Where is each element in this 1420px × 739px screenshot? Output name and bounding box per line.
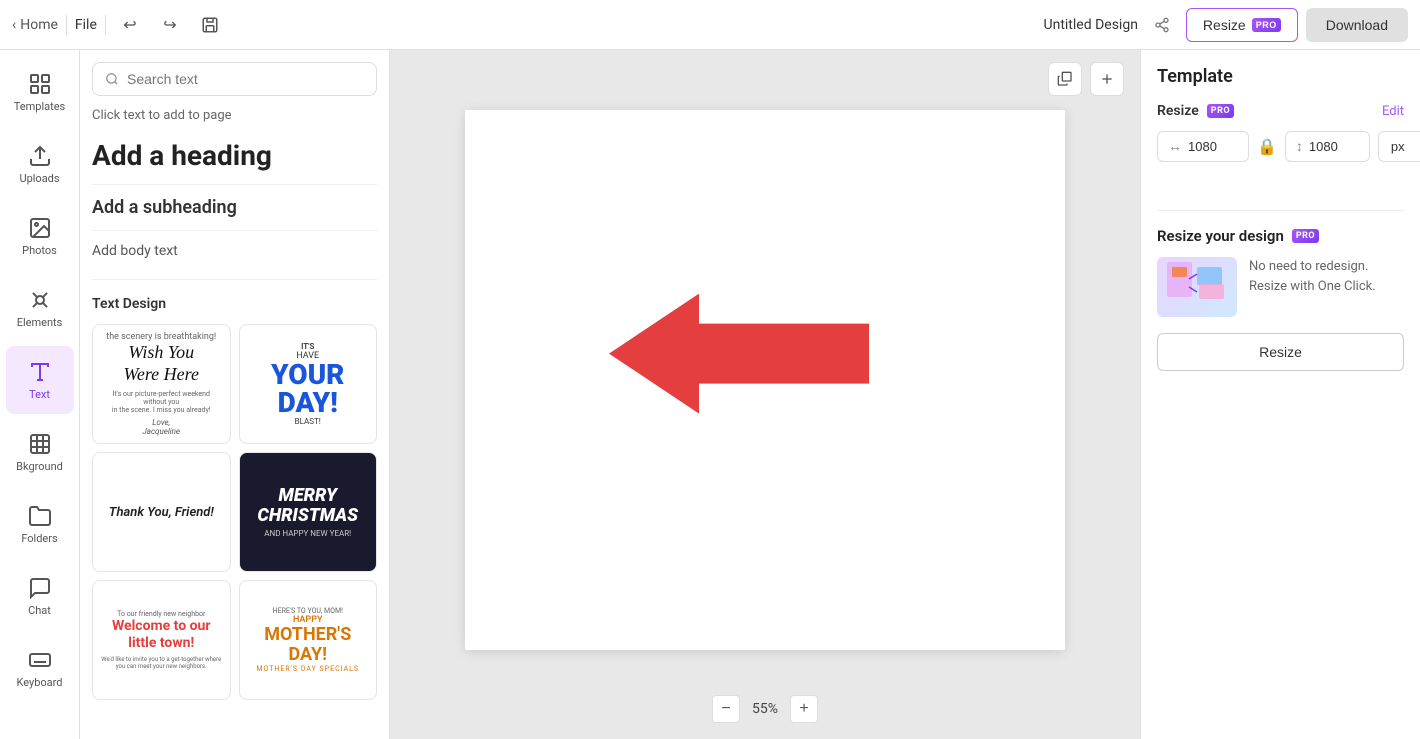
separator2 [105,15,106,35]
cta-thumbnail-svg [1167,262,1227,312]
click-hint: Click text to add to page [92,108,377,123]
add-page-button[interactable] [1090,62,1124,96]
right-panel-title: Template [1157,66,1404,87]
sidebar-label-uploads: Uploads [19,172,59,185]
add-body-button[interactable]: Add body text [92,243,377,259]
resize-button[interactable]: Resize PRO [1186,8,1298,42]
text-design-title: Text Design [92,296,377,312]
sidebar-item-background[interactable]: Bkground [6,418,74,486]
text-design-grid: the scenery is breathtaking! Wish YouWer… [92,324,377,700]
icon-sidebar: Templates Uploads Photos Elements [0,50,80,739]
copy-page-button[interactable] [1048,62,1082,96]
resize-section-label: Resize [1157,103,1199,119]
document-title[interactable]: Untitled Design [1044,17,1138,33]
dimension-row: ↔ 🔒 ↕ px in cm mm [1157,131,1404,162]
card-wish-sign: Love,Jacqueline [101,418,222,436]
canvas-toolbar [1048,62,1124,96]
left-panel: Click text to add to page Add a heading … [80,50,390,739]
sidebar-item-keyboard[interactable]: Keyboard [6,634,74,702]
sidebar-item-uploads[interactable]: Uploads [6,130,74,198]
card-wish-line1: the scenery is breathtaking! [101,332,222,342]
sidebar-label-folders: Folders [21,532,57,545]
add-subheading-button[interactable]: Add a subheading [92,197,377,218]
canvas-area[interactable]: − 55% + [390,50,1140,739]
zoom-level: 55% [752,701,778,717]
undo-button[interactable]: ↩ [114,9,146,41]
sidebar-item-folders[interactable]: Folders [6,490,74,558]
lock-icon: 🔒 [1257,137,1277,156]
width-input[interactable] [1188,139,1238,154]
pro-badge: PRO [1252,18,1281,32]
resize-pro-badge: PRO [1207,104,1234,118]
arrow-element[interactable] [609,294,869,438]
resize-cta-header: Resize your design PRO [1157,227,1404,245]
sidebar-label-elements: Elements [17,316,63,329]
edit-link[interactable]: Edit [1382,104,1404,119]
width-icon: ↔ [1168,138,1182,155]
chevron-left-icon: ‹ [12,17,16,33]
cta-row: No need to redesign. Resize with One Cli… [1157,257,1404,317]
sidebar-label-keyboard: Keyboard [17,676,63,689]
right-panel: Template Resize PRO Edit ↔ 🔒 ↕ px [1140,50,1420,739]
text-card-wish[interactable]: the scenery is breathtaking! Wish YouWer… [92,324,231,444]
cta-pro-badge: PRO [1292,229,1319,243]
search-input[interactable] [127,71,364,87]
height-icon: ↕ [1296,138,1303,155]
sidebar-label-text: Text [29,388,50,401]
text-card-merry[interactable]: MERRYCHRISTMAS AND HAPPY NEW YEAR! [239,452,378,572]
home-link[interactable]: ‹ Home [12,17,58,33]
text-card-its[interactable]: IT'S HAVE YOURDAY! BLAST! [239,324,378,444]
search-icon [105,72,119,86]
resize-cta-title: Resize your design [1157,227,1284,245]
sidebar-label-photos: Photos [22,244,57,257]
resize-section: Resize PRO Edit ↔ 🔒 ↕ px in cm mm [1157,103,1404,170]
card-wish-sub: It's our picture-perfect weekend without… [101,390,222,414]
topbar-left: ‹ Home File ↩ ↪ [12,9,1036,41]
separator [66,15,67,35]
file-menu[interactable]: File [75,17,97,33]
sidebar-item-templates[interactable]: Templates [6,58,74,126]
add-heading-button[interactable]: Add a heading [92,139,377,172]
topbar-right: Resize PRO Download [1186,8,1408,42]
arrow-svg [609,294,869,434]
card-wish-main: Wish YouWere Here [101,342,222,385]
resize-cta-desc: No need to redesign. Resize with One Cli… [1249,257,1404,296]
zoom-in-button[interactable]: + [790,695,818,723]
download-button[interactable]: Download [1306,8,1408,42]
sidebar-item-text[interactable]: Text [6,346,74,414]
text-card-mother[interactable]: HERE'S TO YOU, MOM! HAPPY MOTHER'SDAY! M… [239,580,378,700]
text-card-welcome[interactable]: To our friendly new neighbor Welcome to … [92,580,231,700]
canvas-zoom: − 55% + [712,695,818,723]
unit-select[interactable]: px in cm mm [1378,131,1420,162]
sidebar-label-chat: Chat [28,604,51,617]
resize-cta-button[interactable]: Resize [1157,333,1404,371]
share-icon[interactable] [1146,9,1178,41]
cta-thumbnail [1157,257,1237,317]
main-area: Templates Uploads Photos Elements [0,50,1420,739]
save-icon-button[interactable] [194,9,226,41]
sidebar-item-elements[interactable]: Elements [6,274,74,342]
sidebar-item-chat[interactable]: Chat [6,562,74,630]
sidebar-item-photos[interactable]: Photos [6,202,74,270]
sidebar-label-background: Bkground [16,460,63,473]
sidebar-label-templates: Templates [14,100,65,113]
width-field[interactable]: ↔ [1157,131,1249,162]
text-card-thankyou[interactable]: Thank You, Friend! [92,452,231,572]
height-input[interactable] [1309,139,1359,154]
redo-button[interactable]: ↪ [154,9,186,41]
search-box[interactable] [92,62,377,96]
panel-content: Click text to add to page Add a heading … [80,108,389,739]
topbar-center: Untitled Design [1044,9,1178,41]
resize-section-header: Resize PRO Edit [1157,103,1404,119]
topbar: ‹ Home File ↩ ↪ Untitled Design Resize P… [0,0,1420,50]
height-field[interactable]: ↕ [1285,131,1370,162]
resize-cta: Resize your design PRO No need to redesi… [1157,210,1404,371]
zoom-out-button[interactable]: − [712,695,740,723]
canvas-page[interactable] [465,110,1065,650]
